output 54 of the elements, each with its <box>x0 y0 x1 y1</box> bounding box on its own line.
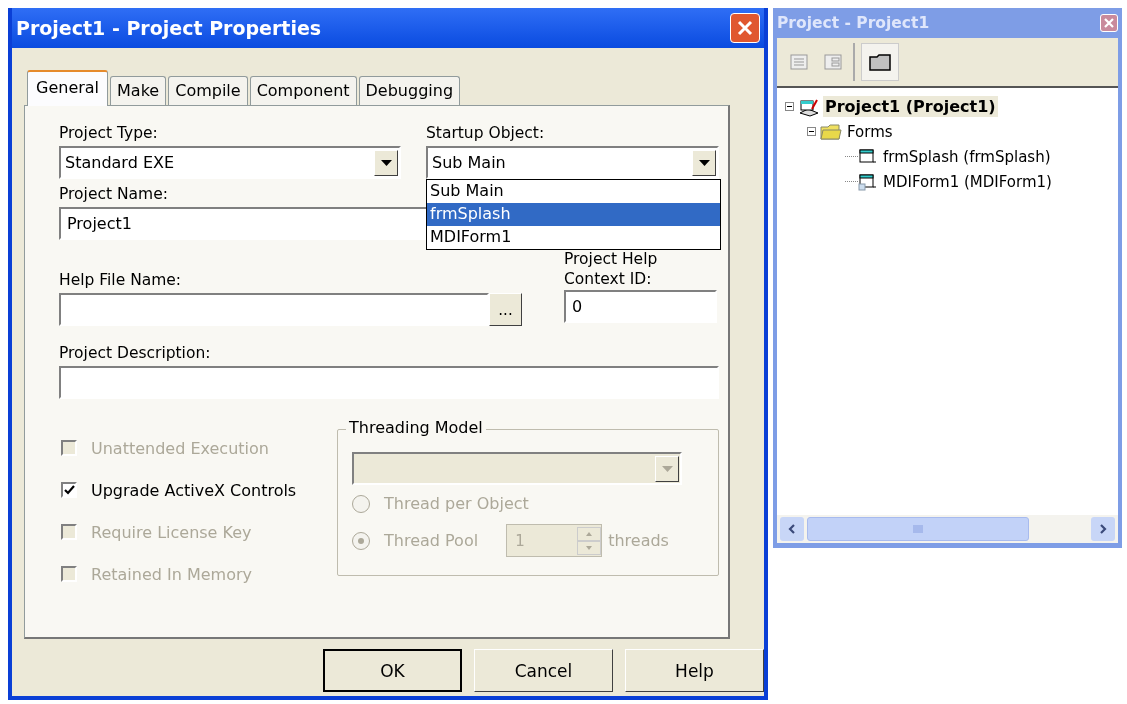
checkbox[interactable] <box>61 482 77 498</box>
dropdown-option[interactable]: Sub Main <box>427 180 720 203</box>
scroll-right-icon[interactable] <box>1091 517 1115 541</box>
browse-button[interactable]: ... <box>489 293 522 326</box>
group-title: Threading Model <box>346 418 486 437</box>
dialog-button[interactable]: Help <box>625 649 764 692</box>
folder-icon <box>820 122 842 141</box>
dialog-button[interactable]: Cancel <box>474 649 613 692</box>
context-id-field[interactable]: 0 <box>564 290 717 323</box>
radio-label: Thread Pool <box>384 531 479 550</box>
dropdown-option[interactable]: frmSplash <box>427 203 720 226</box>
tree-item[interactable]: Project1 (Project1) <box>823 96 998 117</box>
tree-item[interactable]: MDIForm1 (MDIForm1) <box>881 171 1054 192</box>
tab[interactable]: Component <box>249 76 357 105</box>
tab[interactable]: Debugging <box>358 76 461 105</box>
horizontal-scrollbar[interactable] <box>777 515 1118 543</box>
close-button[interactable] <box>1100 14 1118 32</box>
close-button[interactable] <box>730 13 760 43</box>
checkbox-label: Upgrade ActiveX Controls <box>91 480 297 500</box>
field-label: Project Help <box>564 250 658 270</box>
field-label: Project Description: <box>59 344 211 364</box>
project-type-dropdown[interactable]: Standard EXE <box>59 146 401 179</box>
field-label: Startup Object: <box>426 124 545 144</box>
tree-item[interactable]: frmSplash (frmSplash) <box>881 146 1053 167</box>
checkbox-label: Retained In Memory <box>91 564 252 584</box>
collapse-toggle-icon[interactable] <box>785 102 794 111</box>
tab[interactable]: General <box>27 70 109 106</box>
dialog-button[interactable]: OK <box>323 649 462 692</box>
scroll-left-icon[interactable] <box>780 517 804 541</box>
radio-label: Thread per Object <box>384 494 529 513</box>
folder-icon[interactable] <box>861 43 899 81</box>
tree-item[interactable]: Forms <box>845 121 895 142</box>
threading-dropdown[interactable] <box>352 452 682 485</box>
help-file-field[interactable] <box>59 293 489 326</box>
checkbox-label: Unattended Execution <box>91 438 269 458</box>
form-icon <box>858 147 878 166</box>
checkbox-label: Require License Key <box>91 522 252 542</box>
close-icon <box>1104 18 1114 28</box>
form-icon <box>858 172 878 191</box>
dropdown-option[interactable]: MDIForm1 <box>427 226 720 249</box>
field-label: Project Name: <box>59 185 168 205</box>
project-name-field[interactable]: Project1 <box>59 207 429 240</box>
tab[interactable]: Make <box>110 76 167 105</box>
unit-label: threads <box>608 531 669 550</box>
window-title: Project1 - Project Properties <box>16 17 322 39</box>
close-icon <box>736 19 754 37</box>
field-label: Help File Name: <box>59 271 182 291</box>
field-label: Project Type: <box>59 124 158 144</box>
collapse-toggle-icon[interactable] <box>807 127 816 136</box>
description-field[interactable] <box>59 366 719 399</box>
tab[interactable]: Compile <box>168 76 248 105</box>
window-title: Project - Project1 <box>777 14 930 32</box>
scroll-thumb[interactable] <box>807 517 1029 541</box>
field-label: Context ID: <box>564 270 652 290</box>
